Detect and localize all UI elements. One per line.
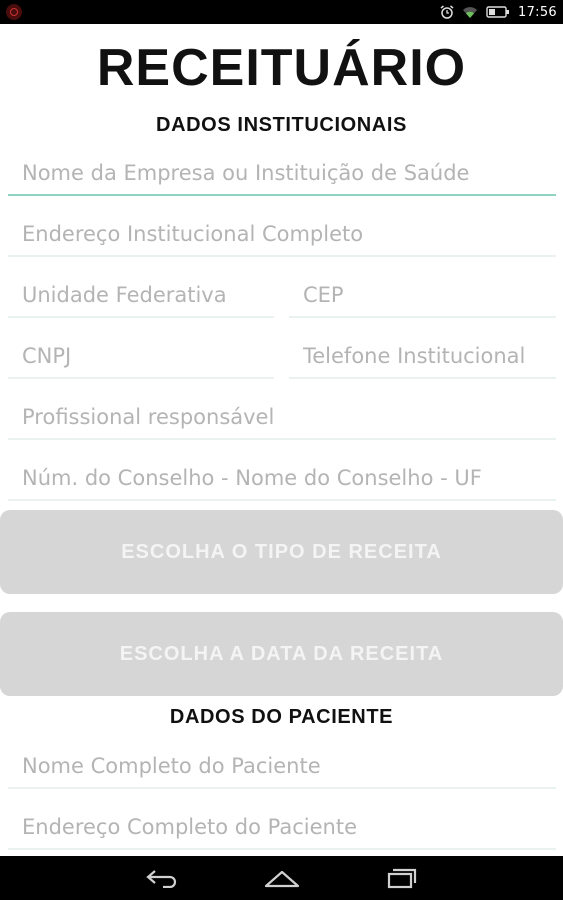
cep-field[interactable] — [289, 274, 556, 318]
institutional-address-field[interactable] — [8, 213, 556, 257]
navigation-bar — [0, 856, 563, 900]
recent-apps-icon[interactable] — [382, 864, 422, 892]
patient-name-field[interactable] — [8, 745, 556, 789]
back-icon[interactable] — [142, 864, 182, 892]
home-icon[interactable] — [262, 864, 302, 892]
patient-address-field[interactable] — [8, 806, 556, 850]
alarm-icon — [440, 5, 454, 19]
status-bar-right: 17:56 — [440, 0, 557, 24]
institutional-phone-field[interactable] — [289, 335, 556, 379]
choose-prescription-type-button[interactable]: ESCOLHA O TIPO DE RECEITA — [0, 510, 563, 594]
choose-prescription-date-button[interactable]: ESCOLHA A DATA DA RECEITA — [0, 612, 563, 696]
status-bar: 17:56 — [0, 0, 563, 24]
page-title: RECEITUÁRIO — [96, 39, 467, 97]
battery-icon — [486, 5, 510, 19]
notification-icon — [6, 4, 22, 20]
responsible-professional-field[interactable] — [8, 396, 556, 440]
receituario-form: RECEITUÁRIO DADOS INSTITUCIONAIS ESCOLHA… — [0, 24, 563, 856]
institutional-section-title: DADOS INSTITUCIONAIS — [156, 114, 407, 136]
wifi-icon — [462, 5, 478, 19]
patient-section-title: DADOS DO PACIENTE — [169, 706, 394, 728]
cnpj-field[interactable] — [8, 335, 274, 379]
status-time: 17:56 — [518, 4, 557, 20]
state-field[interactable] — [8, 274, 274, 318]
council-number-field[interactable] — [8, 457, 556, 501]
company-name-field[interactable] — [8, 152, 556, 196]
